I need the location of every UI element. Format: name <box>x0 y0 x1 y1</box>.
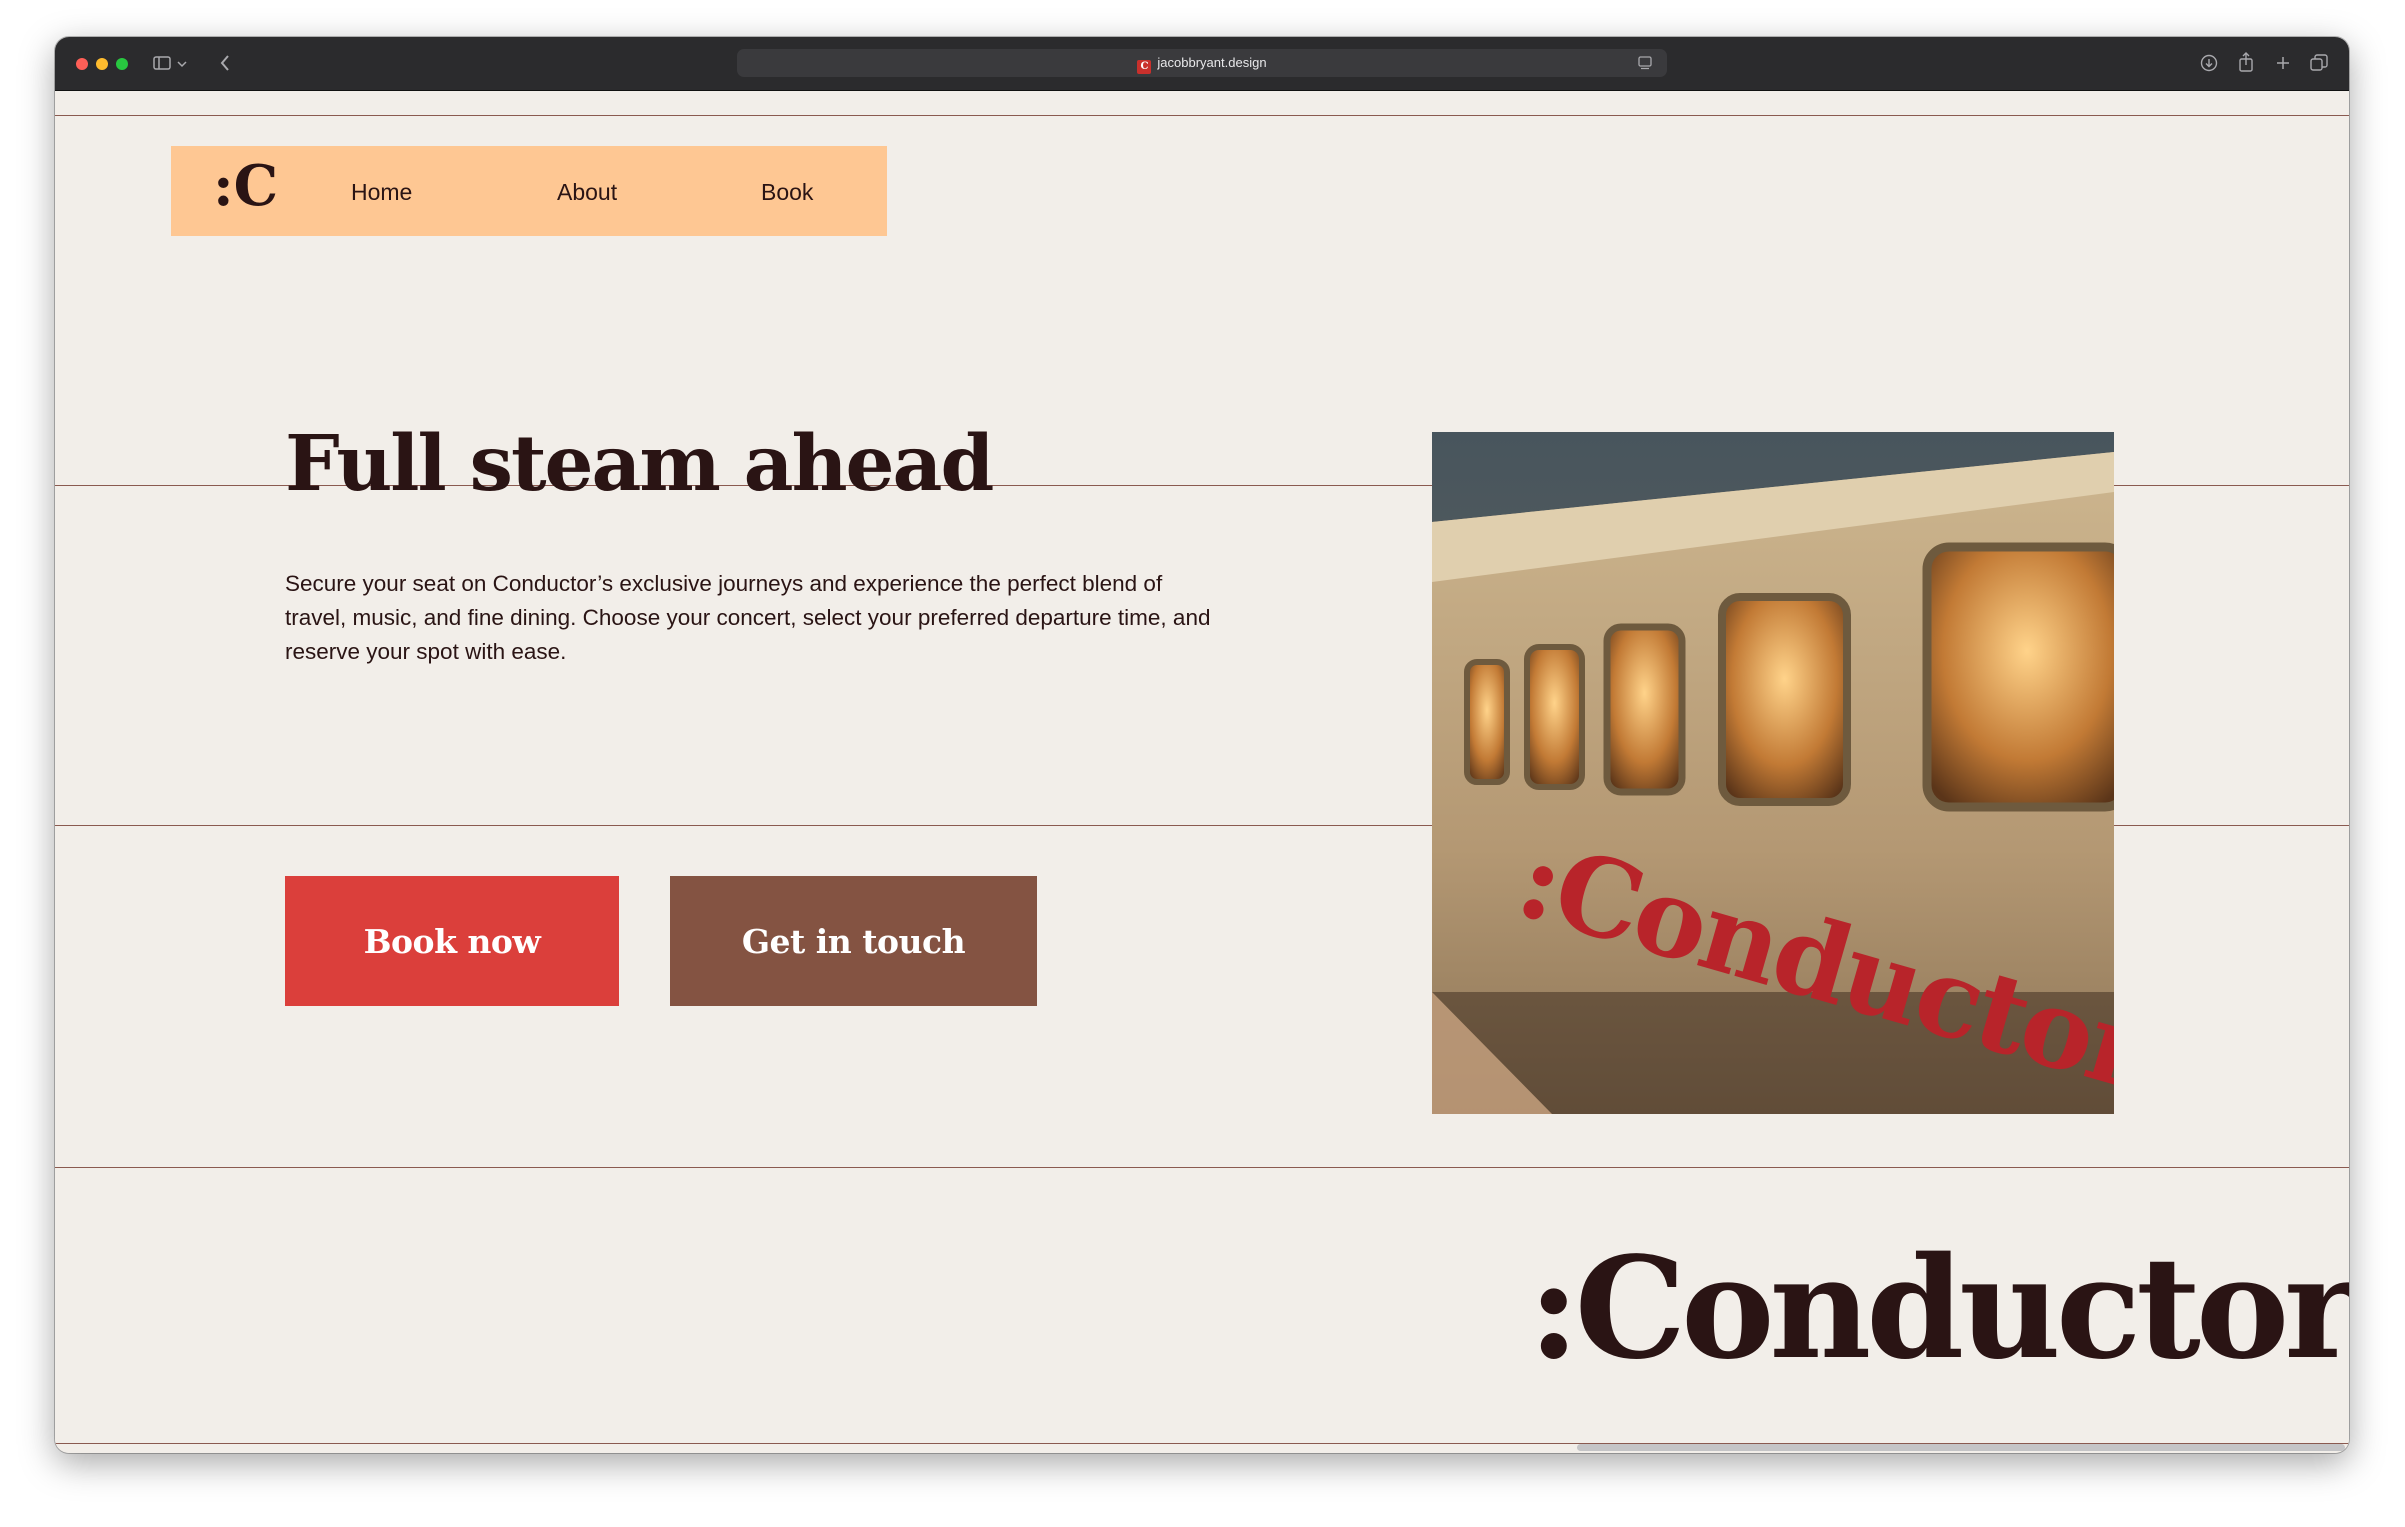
train-dining-car-image: :Conductor <box>1432 432 2114 1114</box>
chevron-down-icon[interactable] <box>177 60 187 68</box>
browser-window: Cjacobbryant.design :C Home About Book F… <box>55 37 2349 1453</box>
close-window-button[interactable] <box>76 58 88 70</box>
train-window <box>1603 623 1686 796</box>
horizontal-scrollbar[interactable] <box>1577 1444 2345 1451</box>
get-in-touch-button[interactable]: Get in touch <box>670 876 1037 1006</box>
address-bar[interactable]: Cjacobbryant.design <box>737 49 1667 77</box>
train-window <box>1524 644 1585 790</box>
nav-link-about[interactable]: About <box>557 179 617 206</box>
nav-link-book[interactable]: Book <box>761 179 813 206</box>
url-text: jacobbryant.design <box>1157 55 1267 70</box>
hero-description: Secure your seat on Conductor’s exclusiv… <box>285 571 1211 664</box>
footer-brand-wordmark: :Conductor <box>1528 1227 2349 1391</box>
tabs-overview-icon[interactable] <box>2310 54 2328 72</box>
share-icon[interactable] <box>2238 52 2254 72</box>
site-nav: :C Home About Book <box>171 146 887 236</box>
divider <box>55 115 2349 116</box>
minimize-window-button[interactable] <box>96 58 108 70</box>
divider <box>55 1167 2349 1168</box>
hero-title: Full steam ahead <box>285 419 994 509</box>
site-logo[interactable]: :C <box>213 158 278 214</box>
download-icon[interactable] <box>2200 54 2218 72</box>
sidebar-icon[interactable] <box>153 55 171 71</box>
book-now-button[interactable]: Book now <box>285 876 619 1006</box>
train-window <box>1718 593 1851 806</box>
browser-toolbar: Cjacobbryant.design <box>55 37 2349 91</box>
new-tab-icon[interactable] <box>2275 55 2291 71</box>
train-window <box>1922 542 2114 812</box>
zoom-window-button[interactable] <box>116 58 128 70</box>
reader-icon[interactable] <box>1638 56 1652 70</box>
back-icon[interactable] <box>219 54 231 72</box>
nav-link-home[interactable]: Home <box>351 179 412 206</box>
url-display: Cjacobbryant.design <box>737 55 1667 74</box>
site-favicon: C <box>1137 60 1152 74</box>
train-window <box>1464 659 1510 785</box>
